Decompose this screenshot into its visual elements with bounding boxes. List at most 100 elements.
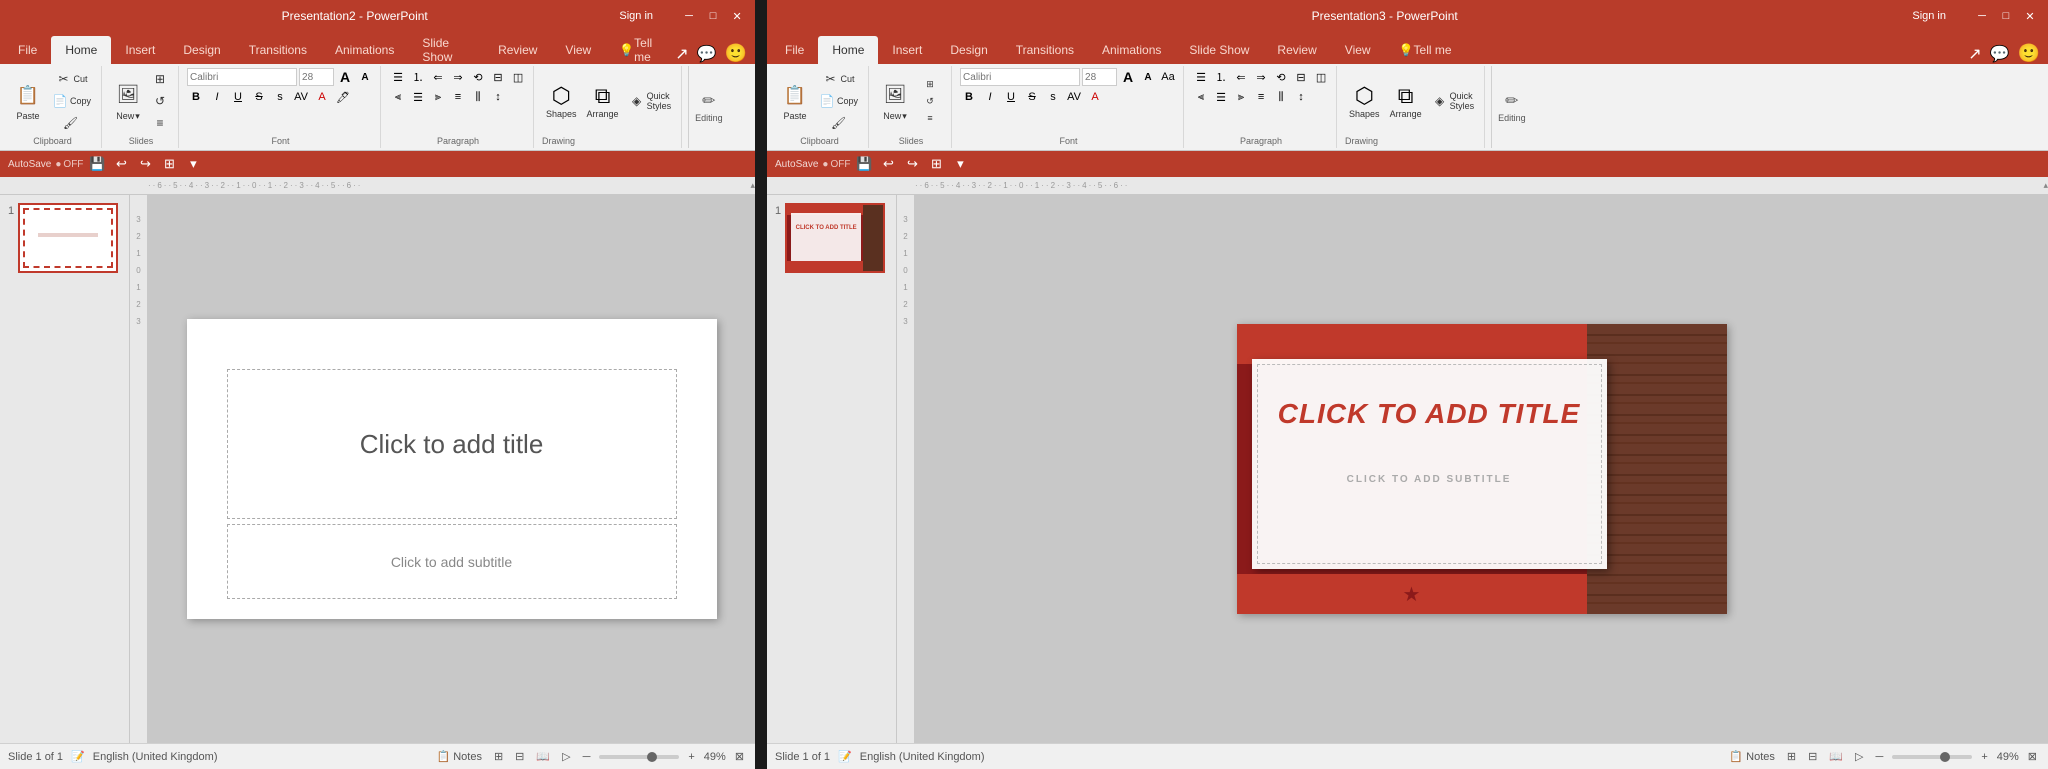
left-font-decrease-button[interactable]: A bbox=[356, 68, 374, 86]
right-cut-button[interactable]: ✂ Cut bbox=[815, 69, 862, 89]
left-smartart-button[interactable]: ◫ bbox=[509, 68, 527, 86]
share-icon[interactable]: ↗ bbox=[675, 44, 688, 64]
left-fit-window-button[interactable]: ⊠ bbox=[732, 749, 747, 764]
right-share-icon[interactable]: ↗ bbox=[1968, 44, 1981, 64]
right-increase-indent-button[interactable]: ⇒ bbox=[1252, 68, 1270, 86]
left-slideshow-button[interactable]: ▷ bbox=[559, 749, 573, 764]
left-shadow-button[interactable]: s bbox=[271, 88, 289, 106]
left-reset-button[interactable]: ↺ bbox=[148, 91, 172, 111]
left-quick-styles-button[interactable]: ◈ QuickStyles bbox=[625, 89, 676, 113]
left-redo-button[interactable]: ↪ bbox=[135, 154, 155, 174]
right-text-direction-button[interactable]: ⟲ bbox=[1272, 68, 1290, 86]
left-section-button[interactable]: ≡ bbox=[148, 113, 172, 133]
left-decrease-indent-button[interactable]: ⇐ bbox=[429, 68, 447, 86]
left-tab-insert[interactable]: Insert bbox=[111, 36, 169, 64]
right-columns-button[interactable]: ⫼ bbox=[1272, 88, 1290, 106]
right-reset-button[interactable]: ↺ bbox=[915, 94, 945, 109]
right-notes-button[interactable]: 📋 Notes bbox=[1726, 749, 1778, 764]
left-tab-view[interactable]: View bbox=[551, 36, 605, 64]
left-tab-transitions[interactable]: Transitions bbox=[235, 36, 321, 64]
right-char-spacing-button[interactable]: AV bbox=[1065, 88, 1083, 106]
left-tab-review[interactable]: Review bbox=[484, 36, 551, 64]
right-clear-formatting-button[interactable]: Aa bbox=[1159, 68, 1177, 86]
left-shapes-button[interactable]: ⬡ Shapes bbox=[542, 81, 581, 121]
left-title-placeholder[interactable]: Click to add title bbox=[227, 369, 677, 519]
right-strikethrough-button[interactable]: S bbox=[1023, 88, 1041, 106]
left-tab-animations[interactable]: Animations bbox=[321, 36, 408, 64]
left-format-painter-button[interactable]: 🖌 bbox=[48, 113, 95, 133]
right-line-spacing-button[interactable]: ↕ bbox=[1292, 88, 1310, 106]
right-tab-home[interactable]: Home bbox=[818, 36, 878, 64]
left-notes-button[interactable]: 📋 Notes bbox=[433, 749, 485, 764]
right-reading-view-button[interactable]: 📖 bbox=[1826, 749, 1846, 764]
left-tab-design[interactable]: Design bbox=[169, 36, 234, 64]
right-tab-tellme[interactable]: 💡 Tell me bbox=[1385, 36, 1466, 64]
right-normal-view-button[interactable]: ⊞ bbox=[1784, 749, 1799, 764]
right-undo-button[interactable]: ↩ bbox=[878, 154, 898, 174]
right-redo-button[interactable]: ↪ bbox=[902, 154, 922, 174]
left-font-size-input[interactable] bbox=[299, 68, 334, 86]
left-tab-tellme[interactable]: 💡 Tell me bbox=[605, 36, 675, 64]
left-char-spacing-button[interactable]: AV bbox=[292, 88, 310, 106]
right-close-button[interactable]: ✕ bbox=[2022, 8, 2038, 24]
left-arrange-button[interactable]: ⧉ Arrange bbox=[583, 81, 623, 121]
left-zoom-slider[interactable] bbox=[599, 755, 679, 759]
left-customize-button[interactable]: ⊞ bbox=[159, 154, 179, 174]
left-bold-button[interactable]: B bbox=[187, 88, 205, 106]
right-align-text-button[interactable]: ⊟ bbox=[1292, 68, 1310, 86]
left-align-right-button[interactable]: ⫸ bbox=[429, 88, 447, 106]
right-tab-design[interactable]: Design bbox=[936, 36, 1001, 64]
right-customize-button[interactable]: ⊞ bbox=[926, 154, 946, 174]
right-decrease-indent-button[interactable]: ⇐ bbox=[1232, 68, 1250, 86]
right-zoom-in-button[interactable]: + bbox=[1978, 750, 1990, 764]
left-restore-button[interactable]: □ bbox=[705, 8, 721, 24]
right-tab-review[interactable]: Review bbox=[1263, 36, 1330, 64]
right-layout-button[interactable]: ⊞ bbox=[915, 77, 945, 92]
left-justify-button[interactable]: ≡ bbox=[449, 88, 467, 106]
right-bullets-button[interactable]: ☰ bbox=[1192, 68, 1210, 86]
left-paste-button[interactable]: 📋 Paste bbox=[10, 79, 46, 123]
left-text-direction-button[interactable]: ⟲ bbox=[469, 68, 487, 86]
right-tab-slideshow[interactable]: Slide Show bbox=[1175, 36, 1263, 64]
left-numbering-button[interactable]: ⒈ bbox=[409, 68, 427, 86]
left-undo-button[interactable]: ↩ bbox=[111, 154, 131, 174]
right-tab-animations[interactable]: Animations bbox=[1088, 36, 1175, 64]
left-columns-button[interactable]: ⫼ bbox=[469, 88, 487, 106]
left-sign-in[interactable]: Sign in bbox=[619, 10, 653, 22]
left-italic-button[interactable]: I bbox=[208, 88, 226, 106]
left-text-hilight-button[interactable]: 🖊 bbox=[334, 88, 352, 106]
right-underline-button[interactable]: U bbox=[1002, 88, 1020, 106]
right-font-name-input[interactable] bbox=[960, 68, 1080, 86]
left-more-button[interactable]: ▾ bbox=[183, 154, 203, 174]
right-tab-transitions[interactable]: Transitions bbox=[1002, 36, 1088, 64]
right-title-placeholder[interactable]: CLICK TO ADD TITLE bbox=[1252, 374, 1607, 454]
right-subtitle-placeholder[interactable]: CLICK TO ADD SUBTITLE bbox=[1252, 464, 1607, 494]
right-tab-file[interactable]: File bbox=[771, 36, 818, 64]
right-minimize-button[interactable]: ─ bbox=[1974, 8, 1990, 24]
right-autosave-state[interactable]: OFF bbox=[830, 159, 850, 170]
right-font-decrease-button[interactable]: A bbox=[1139, 68, 1157, 86]
right-slideshow-button[interactable]: ▷ bbox=[1852, 749, 1866, 764]
left-font-color-button[interactable]: A bbox=[313, 88, 331, 106]
left-slide-thumbnail[interactable] bbox=[18, 203, 118, 273]
right-more-button[interactable]: ▾ bbox=[950, 154, 970, 174]
left-zoom-in-button[interactable]: + bbox=[685, 750, 697, 764]
right-align-right-button[interactable]: ⫸ bbox=[1232, 88, 1250, 106]
left-align-text-button[interactable]: ⊟ bbox=[489, 68, 507, 86]
right-shadow-button[interactable]: s bbox=[1044, 88, 1062, 106]
left-save-button[interactable]: 💾 bbox=[87, 154, 107, 174]
right-section-button[interactable]: ≡ bbox=[915, 111, 945, 125]
left-copy-button[interactable]: 📄 Copy bbox=[48, 91, 95, 111]
right-font-size-input[interactable] bbox=[1082, 68, 1117, 86]
left-subtitle-placeholder[interactable]: Click to add subtitle bbox=[227, 524, 677, 599]
right-tab-view[interactable]: View bbox=[1331, 36, 1385, 64]
left-increase-indent-button[interactable]: ⇒ bbox=[449, 68, 467, 86]
right-smartart-button[interactable]: ◫ bbox=[1312, 68, 1330, 86]
right-ruler-toggle[interactable]: ▴ bbox=[2043, 180, 2048, 191]
left-slide-sorter-button[interactable]: ⊟ bbox=[512, 749, 527, 764]
left-font-increase-button[interactable]: A bbox=[336, 68, 354, 86]
left-line-spacing-button[interactable]: ↕ bbox=[489, 88, 507, 106]
right-italic-button[interactable]: I bbox=[981, 88, 999, 106]
left-reading-view-button[interactable]: 📖 bbox=[533, 749, 553, 764]
right-restore-button[interactable]: □ bbox=[1998, 8, 2014, 24]
